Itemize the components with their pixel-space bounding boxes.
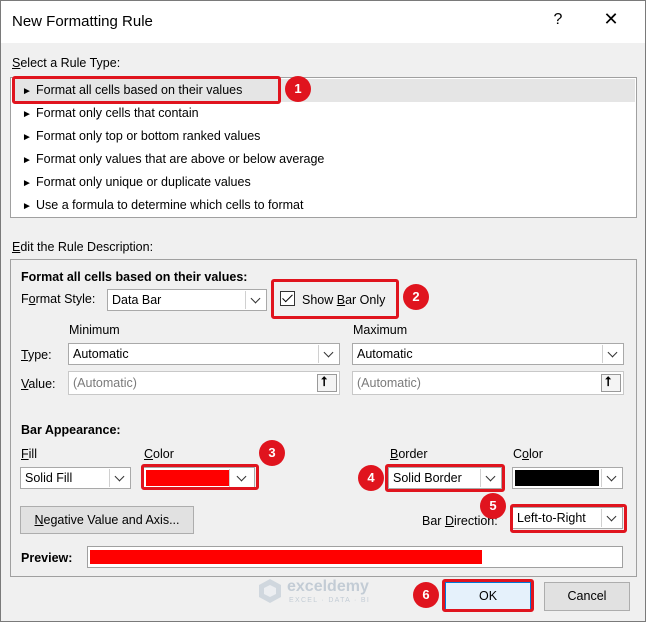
maximum-value-input[interactable]: (Automatic) ⭡: [352, 371, 624, 395]
format-style-value: Data Bar: [112, 293, 162, 307]
annotation-badge-1: 1: [285, 76, 311, 102]
negative-value-axis-button[interactable]: Negative Value and Axis...: [20, 506, 194, 534]
rule-type-label: Select a Rule Type:: [12, 56, 121, 70]
minimum-type-select[interactable]: Automatic: [68, 343, 340, 365]
rule-item-label: Format only cells that contain: [36, 106, 199, 120]
annotation-outline-1: [12, 76, 281, 104]
rule-item-use-formula[interactable]: ► Use a formula to determine which cells …: [12, 194, 635, 217]
chevron-down-icon[interactable]: [601, 469, 621, 487]
fill-type-select[interactable]: Solid Fill: [20, 467, 131, 489]
fill-color-label: Color: [144, 447, 174, 461]
border-color-swatch: [515, 470, 599, 486]
format-style-select[interactable]: Data Bar: [107, 289, 267, 311]
annotation-outline-6: [442, 579, 534, 612]
annotation-badge-4: 4: [358, 465, 384, 491]
maximum-header: Maximum: [353, 323, 408, 337]
close-icon[interactable]: ✕: [601, 9, 621, 30]
maximum-type-select[interactable]: Automatic: [352, 343, 624, 365]
annotation-outline-2: [271, 279, 399, 319]
annotation-badge-5: 5: [480, 493, 506, 519]
annotation-badge-3: 3: [259, 440, 285, 466]
watermark-name: exceldemy: [287, 578, 369, 595]
rule-arrow-icon: ►: [22, 155, 32, 166]
annotation-badge-6: 6: [413, 582, 439, 608]
rule-arrow-icon: ►: [22, 178, 32, 189]
border-color-picker[interactable]: [512, 467, 623, 489]
dialog-title: New Formatting Rule: [12, 13, 153, 30]
type-label: Type:: [21, 348, 52, 362]
rule-item-top-bottom-ranked[interactable]: ► Format only top or bottom ranked values: [12, 125, 635, 148]
rule-item-label: Format only unique or duplicate values: [36, 175, 251, 189]
minimum-header: Minimum: [69, 323, 120, 337]
collapse-range-button[interactable]: ⭡: [601, 374, 621, 392]
help-icon[interactable]: ?: [550, 11, 566, 29]
rule-item-label: Use a formula to determine which cells t…: [36, 198, 304, 212]
chevron-down-icon[interactable]: [109, 469, 129, 487]
value-label: Value:: [21, 377, 56, 391]
chevron-down-icon[interactable]: [602, 345, 622, 363]
rule-item-above-below-average[interactable]: ► Format only values that are above or be…: [12, 148, 635, 171]
title-bar: New Formatting Rule ? ✕: [1, 1, 645, 43]
border-color-label: Color: [513, 447, 543, 461]
rule-description-label: Edit the Rule Description:: [12, 240, 154, 254]
maximum-type-value: Automatic: [357, 347, 413, 361]
rule-arrow-icon: ►: [22, 132, 32, 143]
exceldemy-logo-icon: [259, 579, 281, 603]
chevron-down-icon[interactable]: [245, 291, 265, 309]
minimum-value-text: (Automatic): [73, 376, 137, 390]
bar-appearance-heading: Bar Appearance:: [21, 423, 121, 437]
annotation-outline-3: [141, 464, 259, 490]
rule-arrow-icon: ►: [22, 109, 32, 120]
minimum-type-value: Automatic: [73, 347, 129, 361]
fill-label: Fill: [21, 447, 37, 461]
minimum-value-input[interactable]: (Automatic) ⭡: [68, 371, 340, 395]
rule-item-label: Format only top or bottom ranked values: [36, 129, 261, 143]
chevron-down-icon[interactable]: [318, 345, 338, 363]
new-formatting-rule-dialog: New Formatting Rule ? ✕ Select a Rule Ty…: [0, 0, 646, 622]
watermark-tagline: EXCEL · DATA · BI: [289, 597, 371, 604]
rule-item-unique-duplicate[interactable]: ► Format only unique or duplicate values: [12, 171, 635, 194]
maximum-value-text: (Automatic): [357, 376, 421, 390]
preview-bar: [90, 550, 482, 564]
preview-label: Preview:: [21, 551, 73, 565]
annotation-outline-4: [385, 464, 505, 492]
up-arrow-icon: ⭡: [321, 374, 328, 389]
annotation-badge-2: 2: [403, 284, 429, 310]
up-arrow-icon: ⭡: [605, 374, 612, 389]
format-style-label: Format Style:: [21, 292, 96, 306]
rule-item-cells-that-contain[interactable]: ► Format only cells that contain: [12, 102, 635, 125]
preview-box: [87, 546, 623, 568]
collapse-range-button[interactable]: ⭡: [317, 374, 337, 392]
border-label: Border: [390, 447, 428, 461]
rule-item-label: Format only values that are above or bel…: [36, 152, 325, 166]
rule-arrow-icon: ►: [22, 201, 32, 212]
cancel-button[interactable]: Cancel: [544, 582, 630, 611]
fill-type-value: Solid Fill: [25, 471, 73, 485]
annotation-outline-5: [510, 504, 627, 533]
description-heading: Format all cells based on their values:: [21, 270, 248, 284]
